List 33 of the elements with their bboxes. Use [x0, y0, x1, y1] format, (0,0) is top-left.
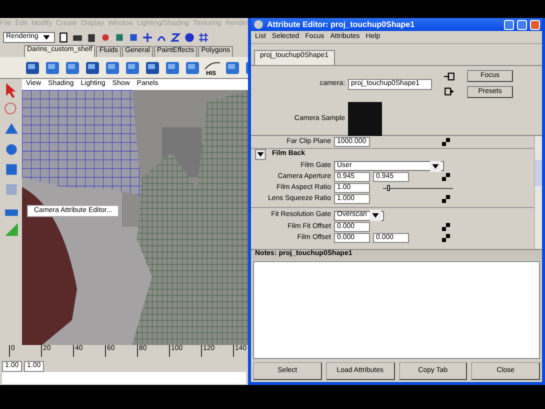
window-title: Attribute Editor: proj_touchup0Shape1 — [267, 20, 416, 30]
shelf-icon[interactable] — [124, 59, 141, 76]
minimize-button[interactable] — [504, 20, 514, 30]
maximize-button[interactable] — [517, 20, 527, 30]
caret-icon[interactable] — [430, 160, 441, 172]
shelf-icon[interactable] — [184, 59, 201, 76]
shelf-icon[interactable] — [224, 59, 241, 76]
notes-field[interactable] — [253, 261, 540, 359]
shelf-icon[interactable] — [164, 59, 181, 76]
map-button-icon[interactable] — [442, 138, 450, 146]
close-button[interactable] — [530, 20, 540, 30]
map-button-icon[interactable] — [442, 173, 450, 181]
map-button-icon[interactable] — [442, 234, 450, 242]
map-button-icon[interactable] — [442, 195, 450, 203]
shelf-icon[interactable] — [144, 59, 161, 76]
toolbar-icon[interactable] — [58, 32, 70, 43]
input-connection-icon[interactable] — [444, 71, 455, 82]
camera-sample-image — [348, 102, 382, 136]
slider-track[interactable] — [383, 185, 453, 191]
scrollbar[interactable] — [534, 136, 542, 249]
shelf-icon[interactable] — [64, 59, 81, 76]
slider-thumb[interactable] — [386, 185, 390, 191]
expand-arrow-icon[interactable] — [255, 149, 266, 160]
shelf-icon[interactable] — [44, 59, 61, 76]
output-connection-icon[interactable] — [444, 86, 455, 97]
shelf-icon[interactable] — [24, 59, 41, 76]
window-icon — [253, 19, 264, 30]
toolbar-icon[interactable] — [86, 32, 98, 43]
caret-icon[interactable] — [370, 210, 381, 221]
shelf-icon[interactable] — [84, 59, 101, 76]
command-line-field[interactable] — [2, 372, 246, 384]
map-button-icon[interactable] — [442, 223, 450, 231]
shelf-icon[interactable] — [104, 59, 121, 76]
